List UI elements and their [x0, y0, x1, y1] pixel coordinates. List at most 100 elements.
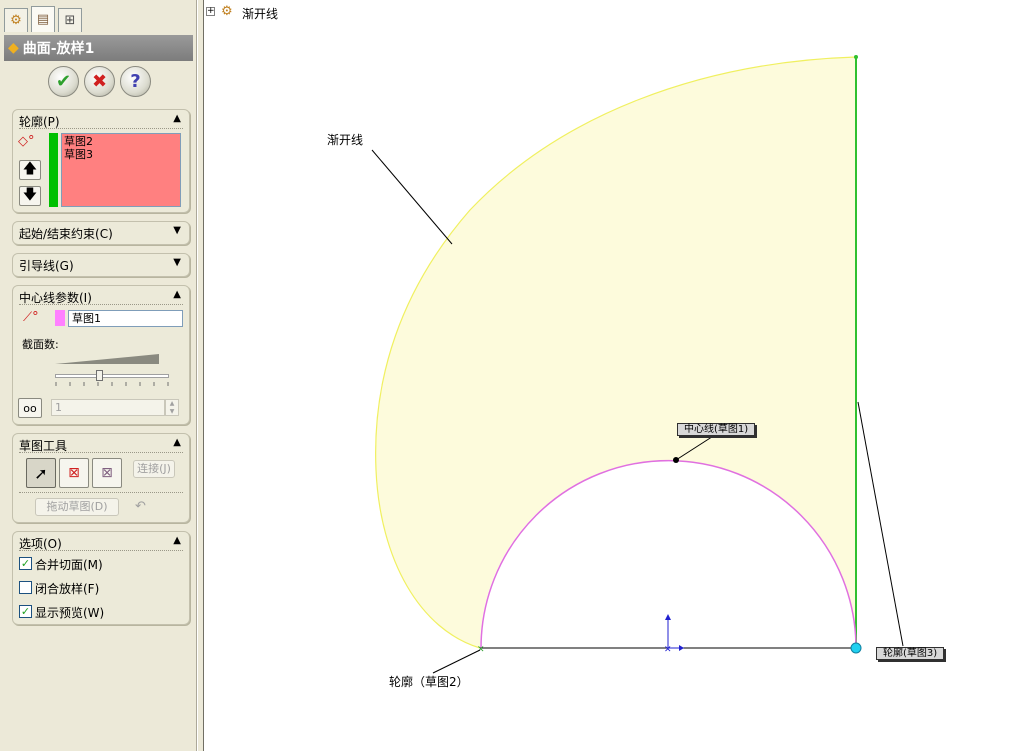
property-manager-panel: ⚙ ▤ ⊞ ◆ 曲面-放样1 ✔ ✖ ? 轮廓(P) ▲ ◇° 🡅 🡇 草图2 …: [0, 0, 197, 751]
start-end-title: 起始/结束约束(C): [19, 227, 113, 241]
options-header[interactable]: 选项(O) ▲: [19, 535, 183, 551]
panel-splitter[interactable]: [197, 0, 204, 751]
centerline-callout-dot: [673, 457, 679, 463]
configuration-manager-tab[interactable]: ⊞: [58, 8, 82, 32]
sections-slider-thumb[interactable]: [96, 370, 103, 381]
centerline-arc: [480, 459, 857, 649]
profile-listbox[interactable]: 草图2 草图3: [61, 133, 181, 207]
profiles-group: 轮廓(P) ▲ ◇° 🡅 🡇 草图2 草图3: [12, 109, 190, 213]
sections-wedge-indicator: [55, 354, 159, 364]
show-sections-button[interactable]: oo: [18, 398, 42, 418]
property-manager-tab[interactable]: ▤: [31, 6, 55, 32]
profiles-title: 轮廓(P): [19, 115, 60, 129]
centerline-callout[interactable]: 中心线(草图1): [677, 423, 756, 436]
tree-part-label: 渐开线: [242, 7, 279, 21]
guide-title: 引导线(G): [19, 259, 74, 273]
centerline-parameters-group: 中心线参数(I) ▲ ⟋° 草图1 截面数: oo 1 ▲ ▼: [12, 285, 190, 425]
profile-sketch2-label: 轮廓（草图2）: [389, 675, 469, 689]
configuration-manager-icon: ⊞: [64, 13, 76, 28]
part-icon: ⚙: [221, 4, 233, 19]
select-tool-button[interactable]: ➚: [26, 458, 56, 488]
sections-label: 截面数:: [22, 338, 59, 351]
involute-leader: [371, 149, 453, 245]
slider-ticks: [55, 382, 169, 386]
help-button[interactable]: ?: [120, 66, 151, 97]
collapse-arrow-icon[interactable]: ▲: [173, 437, 181, 448]
guide-curves-group[interactable]: 引导线(G) ▼: [12, 253, 190, 277]
profile-start-marker: ✕: [477, 645, 485, 655]
origin-icon: ✕: [664, 614, 684, 655]
options-title: 选项(O): [19, 537, 62, 551]
tree-expand-toggle[interactable]: +: [206, 7, 215, 16]
show-preview-checkbox[interactable]: ✓: [19, 605, 32, 618]
sketch-tools-title: 草图工具: [19, 439, 68, 453]
expand-arrow-icon[interactable]: ▼: [173, 225, 181, 236]
guide-header[interactable]: 引导线(G) ▼: [19, 257, 183, 273]
centerline-value: 草图1: [72, 312, 101, 325]
undo-icon[interactable]: ↶: [135, 499, 146, 514]
profile-color-bar: [49, 133, 58, 207]
tools-divider: [19, 492, 183, 493]
profile-endpoint: [850, 642, 862, 654]
loft-preview-surface: [375, 57, 856, 648]
drag-connector-tool-button[interactable]: ⊠: [92, 458, 122, 488]
sketch-tools-header[interactable]: 草图工具 ▲: [19, 437, 183, 453]
property-manager-icon: ▤: [36, 12, 50, 27]
drag-connector-icon: ⊠: [101, 465, 113, 481]
move-up-button[interactable]: 🡅: [19, 160, 41, 180]
drag-point-tool-button[interactable]: ⊠: [59, 458, 89, 488]
close-loft-checkbox[interactable]: [19, 581, 32, 594]
profile3-leader: [857, 401, 904, 647]
profile2-leader: [432, 649, 481, 674]
sections-spinner[interactable]: ▲ ▼: [165, 399, 179, 416]
involute-curve: [375, 56, 857, 649]
merge-tangent-faces-label: 合并切面(M): [35, 558, 103, 572]
sections-count-value: 1: [55, 401, 62, 414]
collapse-arrow-icon[interactable]: ▲: [173, 535, 181, 546]
centerline-selection-icon: ⟋°: [23, 310, 39, 325]
drag-sketch-button[interactable]: 拖动草图(D): [35, 498, 119, 516]
cursor-arrow-icon: ➚: [34, 463, 48, 483]
expand-arrow-icon[interactable]: ▼: [173, 257, 181, 268]
start-end-constraints-group[interactable]: 起始/结束约束(C) ▼: [12, 221, 190, 245]
sections-slider-track[interactable]: [55, 374, 169, 378]
collapse-arrow-icon[interactable]: ▲: [173, 113, 181, 124]
feature-manager-icon: ⚙: [10, 13, 22, 28]
arrow-down-icon: 🡇: [22, 187, 38, 203]
profile-selection-icon: ◇°: [18, 134, 35, 149]
merge-tangent-faces-checkbox[interactable]: ✓: [19, 557, 32, 570]
svg-text:✕: ✕: [664, 645, 672, 655]
help-icon: ?: [130, 71, 141, 92]
list-item[interactable]: 草图3: [64, 148, 178, 161]
cancel-button[interactable]: ✖: [84, 66, 115, 97]
profile-sketch3-top-point: [854, 55, 858, 59]
arrow-up-icon: 🡅: [22, 161, 38, 177]
drag-point-icon: ⊠: [68, 465, 80, 481]
glasses-icon: oo: [23, 401, 37, 415]
property-manager-title: ◆ 曲面-放样1: [4, 35, 193, 61]
centerline-color-swatch: [55, 310, 65, 326]
sketch-tools-group: 草图工具 ▲ ➚ ⊠ ⊠ 连接(J) 拖动草图(D) ↶: [12, 433, 190, 523]
ok-button[interactable]: ✔: [48, 66, 79, 97]
sections-count-field[interactable]: 1: [51, 399, 165, 416]
connect-button[interactable]: 连接(J): [133, 460, 175, 478]
centerline-leader: [675, 432, 719, 461]
feature-manager-tab[interactable]: ⚙: [4, 8, 28, 32]
feature-title: 曲面-放样1: [22, 41, 95, 57]
options-group: 选项(O) ▲ ✓ 合并切面(M) 闭合放样(F) ✓ 显示预览(W): [12, 531, 190, 625]
loft-surface-icon: ◆: [8, 40, 19, 56]
involute-label: 渐开线: [327, 133, 364, 147]
show-preview-label: 显示预览(W): [35, 606, 105, 620]
centerline-title: 中心线参数(I): [19, 291, 92, 305]
list-item[interactable]: 草图2: [64, 135, 178, 148]
close-icon: ✖: [91, 71, 108, 92]
checkmark-icon: ✔: [55, 71, 72, 92]
centerline-header[interactable]: 中心线参数(I) ▲: [19, 289, 183, 305]
move-down-button[interactable]: 🡇: [19, 186, 41, 206]
start-end-header[interactable]: 起始/结束约束(C) ▼: [19, 225, 183, 241]
centerline-selection-field[interactable]: 草图1: [68, 310, 183, 327]
profile-sketch3-callout[interactable]: 轮廓(草图3): [876, 647, 945, 660]
profiles-header[interactable]: 轮廓(P) ▲: [19, 113, 183, 129]
close-loft-label: 闭合放样(F): [35, 582, 100, 596]
collapse-arrow-icon[interactable]: ▲: [173, 289, 181, 300]
